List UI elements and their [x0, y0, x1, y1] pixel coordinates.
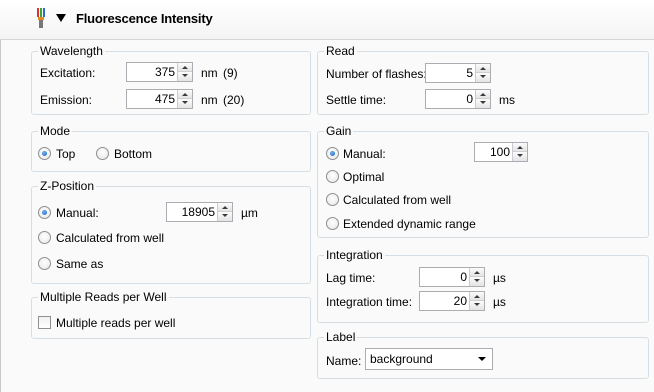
- label-name-dropdown[interactable]: background: [365, 348, 493, 370]
- flashes-stepper[interactable]: 5: [425, 63, 491, 83]
- spin-down-icon[interactable]: [470, 277, 484, 286]
- mode-bottom-label[interactable]: Bottom: [114, 147, 152, 161]
- spin-down-icon[interactable]: [476, 73, 490, 82]
- excitation-unit: nm: [201, 66, 218, 80]
- gain-stepper[interactable]: 100: [474, 142, 528, 162]
- integration-group: Integration Lag time: 0 µs Integration t…: [317, 248, 649, 323]
- gain-value: 100: [489, 145, 510, 159]
- gain-spin-buttons[interactable]: [512, 143, 527, 161]
- lag-unit: µs: [493, 271, 506, 285]
- emission-spin-buttons[interactable]: [177, 90, 192, 108]
- spin-down-icon[interactable]: [218, 212, 232, 221]
- z-same-label[interactable]: Same as: [56, 257, 103, 271]
- gain-calc-radio[interactable]: [326, 193, 339, 206]
- collapse-triangle-icon[interactable]: [56, 13, 66, 23]
- excitation-spin-buttons[interactable]: [177, 63, 192, 81]
- spin-up-icon[interactable]: [476, 90, 490, 99]
- z-value: 18905: [181, 205, 215, 219]
- emission-value: 475: [154, 92, 175, 106]
- gain-legend: Gain: [324, 124, 354, 138]
- settle-stepper[interactable]: 0: [425, 89, 491, 109]
- integration-time-stepper[interactable]: 20: [419, 291, 485, 311]
- mode-top-radio[interactable]: [38, 147, 51, 160]
- label-name-value: background: [370, 352, 433, 366]
- z-calc-label[interactable]: Calculated from well: [56, 231, 164, 245]
- zposition-legend: Z-Position: [38, 179, 97, 193]
- gain-calc-label[interactable]: Calculated from well: [343, 193, 451, 207]
- section-header: Fluorescence Intensity: [0, 0, 654, 40]
- emission-unit: nm: [201, 93, 218, 107]
- mode-legend: Mode: [38, 124, 73, 138]
- z-same-radio[interactable]: [38, 257, 51, 270]
- spin-up-icon[interactable]: [178, 90, 192, 99]
- settle-spin-buttons[interactable]: [475, 90, 490, 108]
- spin-up-icon[interactable]: [476, 64, 490, 73]
- emission-label: Emission:: [40, 93, 93, 107]
- multiple-reads-legend: Multiple Reads per Well: [38, 290, 169, 304]
- gain-manual-radio[interactable]: [326, 147, 339, 160]
- spin-down-icon[interactable]: [470, 301, 484, 310]
- spin-down-icon[interactable]: [476, 99, 490, 108]
- lag-value: 0: [460, 270, 467, 284]
- lag-label: Lag time:: [326, 271, 376, 285]
- wavelength-group: Wavelength Excitation: 375 nm (9) Emissi…: [31, 44, 311, 115]
- flashes-label: Number of flashes:: [326, 67, 427, 81]
- gain-group: Gain Manual: 100 Optimal Calculated from…: [317, 124, 649, 238]
- multiple-reads-checkbox[interactable]: [38, 316, 51, 329]
- settle-label: Settle time:: [326, 93, 387, 107]
- spin-up-icon[interactable]: [218, 203, 232, 212]
- integration-time-spin-buttons[interactable]: [469, 292, 484, 310]
- emission-stepper[interactable]: 475: [126, 89, 193, 109]
- z-manual-label[interactable]: Manual:: [56, 206, 99, 220]
- flashes-value: 5: [466, 66, 473, 80]
- read-legend: Read: [324, 44, 357, 58]
- section-title: Fluorescence Intensity: [76, 11, 213, 26]
- dropdown-arrow-icon[interactable]: [478, 357, 486, 361]
- integration-time-unit: µs: [493, 295, 506, 309]
- zposition-group: Z-Position Manual: 18905 µm Calculated f…: [31, 179, 311, 284]
- mode-top-label[interactable]: Top: [56, 147, 75, 161]
- settle-unit: ms: [499, 93, 515, 107]
- z-spin-buttons[interactable]: [217, 203, 232, 221]
- wavelength-legend: Wavelength: [38, 44, 105, 58]
- z-calc-radio[interactable]: [38, 231, 51, 244]
- spin-up-icon[interactable]: [178, 63, 192, 72]
- integration-time-label: Integration time:: [326, 295, 413, 309]
- z-stepper[interactable]: 18905: [166, 202, 233, 222]
- gain-extended-label[interactable]: Extended dynamic range: [343, 217, 476, 231]
- lag-spin-buttons[interactable]: [469, 268, 484, 286]
- name-label: Name:: [326, 354, 362, 368]
- integration-time-value: 20: [453, 294, 467, 308]
- fluorescence-icon: [37, 8, 45, 28]
- integration-legend: Integration: [324, 248, 385, 262]
- z-manual-radio[interactable]: [38, 206, 51, 219]
- spin-up-icon[interactable]: [470, 268, 484, 277]
- gain-optimal-radio[interactable]: [326, 170, 339, 183]
- excitation-stepper[interactable]: 375: [126, 62, 193, 82]
- gain-optimal-label[interactable]: Optimal: [343, 170, 384, 184]
- label-legend: Label: [324, 330, 358, 344]
- multiple-reads-label[interactable]: Multiple reads per well: [56, 316, 175, 330]
- mode-bottom-radio[interactable]: [96, 147, 109, 160]
- excitation-note: (9): [223, 66, 238, 80]
- excitation-value: 375: [154, 65, 175, 79]
- read-group: Read Number of flashes: 5 Settle time: 0…: [317, 44, 649, 115]
- z-unit: µm: [241, 206, 258, 220]
- spin-down-icon[interactable]: [513, 152, 527, 161]
- lag-stepper[interactable]: 0: [419, 267, 485, 287]
- settle-value: 0: [466, 92, 473, 106]
- spin-up-icon[interactable]: [470, 292, 484, 301]
- multiple-reads-group: Multiple Reads per Well Multiple reads p…: [31, 290, 311, 339]
- label-group: Label Name: background: [317, 330, 649, 379]
- gain-extended-radio[interactable]: [326, 217, 339, 230]
- spin-down-icon[interactable]: [178, 72, 192, 81]
- excitation-label: Excitation:: [40, 66, 96, 80]
- flashes-spin-buttons[interactable]: [475, 64, 490, 82]
- gain-manual-label[interactable]: Manual:: [343, 147, 386, 161]
- mode-group: Mode Top Bottom: [31, 124, 311, 172]
- emission-note: (20): [223, 93, 245, 107]
- spin-down-icon[interactable]: [178, 99, 192, 108]
- spin-up-icon[interactable]: [513, 143, 527, 152]
- settings-panel: Wavelength Excitation: 375 nm (9) Emissi…: [0, 40, 654, 392]
